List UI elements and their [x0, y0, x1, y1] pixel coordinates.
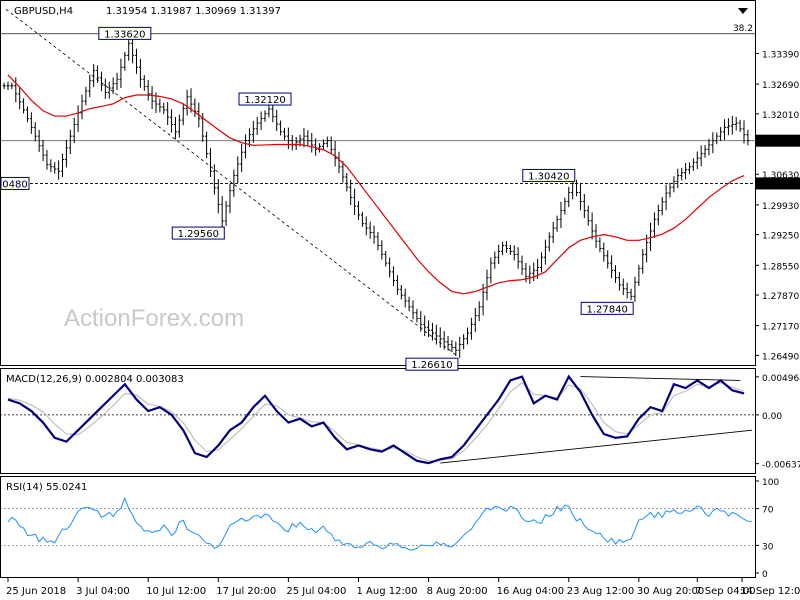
left-edge-label: 0480 — [2, 179, 27, 190]
macd-axis-label: -0.006372 — [762, 461, 800, 471]
rsi-axis-label: 0 — [762, 570, 768, 580]
price-axis-label: 1.27870 — [762, 292, 799, 302]
level-box-label: 1.26610 — [411, 360, 452, 371]
level-box-label: 1.27840 — [586, 304, 627, 315]
rsi-axis-label: 30 — [762, 542, 774, 552]
macd-label: MACD(12,26,9) 0.002804 0.003083 — [6, 374, 184, 385]
macd-signal-line — [7, 381, 745, 462]
rsi-panel-frame — [0, 476, 756, 578]
price-tag-label: 1.30420 — [760, 180, 797, 190]
forex-chart: GBPUSD,H4 1.31954 1.31987 1.30969 1.3139… — [0, 0, 800, 597]
time-axis-label: 16 Aug 04:00 — [497, 586, 564, 597]
time-axis-label: 30 Aug 20:00 — [637, 586, 704, 597]
price-axis-label: 1.32690 — [762, 81, 799, 91]
rsi-line — [7, 496, 752, 551]
time-axis-label: 23 Aug 12:00 — [567, 586, 634, 597]
price-axis-label: 1.28550 — [762, 262, 799, 272]
time-axis-label: 1 Aug 12:00 — [356, 586, 417, 597]
rsi-axis-label: 100 — [762, 478, 779, 488]
panel-menu-icon[interactable] — [738, 8, 748, 14]
price-axis-label: 1.33390 — [762, 50, 799, 60]
watermark: ActionForex.com — [64, 305, 244, 332]
macd-axis-label: 0.00 — [762, 412, 782, 422]
chart-header-ohlc: 1.31954 1.31987 1.30969 1.31397 — [106, 6, 281, 17]
time-axis-label: 17 Jul 20:00 — [216, 586, 276, 597]
price-axis-label: 1.29930 — [762, 202, 799, 212]
rsi-plot: 100 70 30 0 — [0, 478, 779, 580]
moving-average-line — [7, 74, 745, 295]
price-axis-label: 1.26490 — [762, 352, 799, 362]
trendline-dashed — [5, 8, 457, 356]
fib-level-label: 38.2 — [733, 24, 753, 34]
macd-trendline — [440, 429, 753, 464]
chart-header-symbol: GBPUSD,H4 — [14, 6, 73, 17]
time-axis-label: 3 Jul 04:00 — [76, 586, 130, 597]
time-axis-label: 25 Jul 04:00 — [286, 586, 346, 597]
level-box-label: 1.33620 — [104, 29, 145, 40]
rsi-axis-label: 70 — [762, 506, 774, 516]
macd-axis-label: 0.004968 — [762, 374, 800, 384]
level-box-label: 1.32120 — [244, 95, 285, 106]
time-axis-label: 14 Sep 12:00 — [740, 586, 800, 597]
time-axis-label: 10 Jul 12:00 — [146, 586, 206, 597]
macd-plot: 0.004968 0.00 -0.006372 — [0, 374, 800, 471]
price-axis-label: 1.32010 — [762, 111, 799, 121]
macd-trendline — [580, 376, 741, 381]
time-axis-label: 8 Aug 20:00 — [427, 586, 488, 597]
macd-line — [7, 374, 745, 465]
price-axis-label: 1.27170 — [762, 323, 799, 333]
price-axis-label: 1.29250 — [762, 232, 799, 242]
level-box-label: 1.29560 — [178, 229, 219, 240]
time-axis-label: 25 Jun 2018 — [6, 586, 66, 597]
level-box-label: 1.30420 — [528, 171, 569, 182]
price-tag-label: 1.31397 — [760, 138, 797, 148]
rsi-label: RSI(14) 55.0241 — [6, 482, 87, 493]
